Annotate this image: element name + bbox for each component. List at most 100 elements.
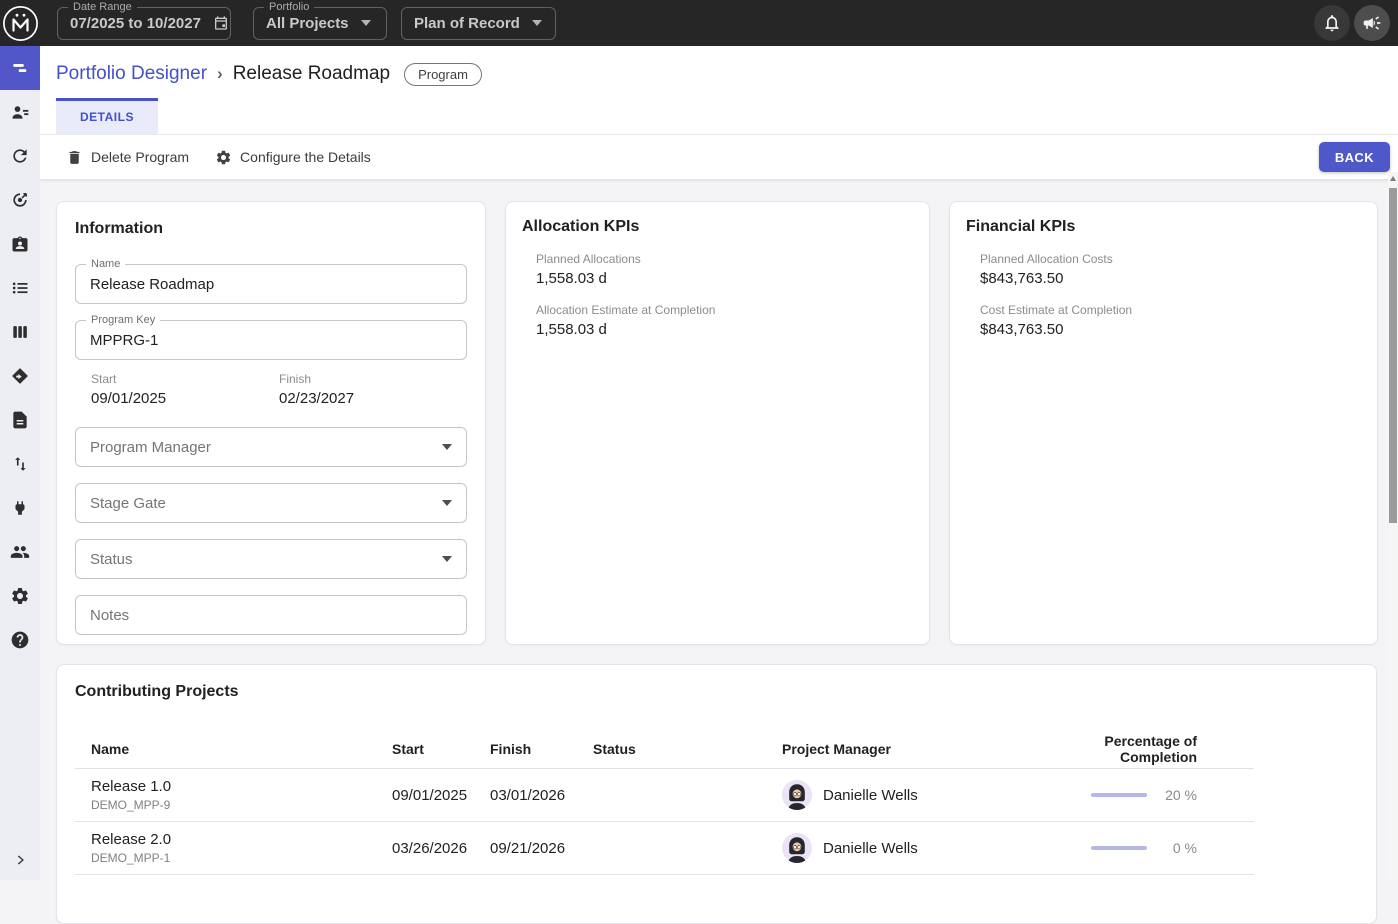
page-title: Release Roadmap	[233, 63, 390, 85]
project-finish: 09/21/2026	[490, 840, 593, 857]
sidebar-item-integrations[interactable]	[0, 486, 40, 530]
document-icon	[10, 410, 30, 430]
date-range-label: Date Range	[68, 1, 137, 13]
allocation-eac-label: Allocation Estimate at Completion	[536, 303, 913, 317]
avatar	[782, 833, 812, 863]
column-header-project-manager: Project Manager	[782, 741, 1033, 757]
back-button[interactable]: BACK	[1319, 142, 1390, 172]
announcements-button[interactable]	[1354, 5, 1390, 41]
vertical-scrollbar[interactable]	[1388, 172, 1398, 880]
delete-program-label: Delete Program	[91, 149, 189, 165]
project-manager-name: Danielle Wells	[823, 787, 918, 804]
allocation-kpis-title: Allocation KPIs	[522, 218, 913, 236]
bullet-list-icon	[10, 278, 30, 298]
sync-circle-icon	[10, 146, 30, 166]
contributing-projects-table: Name Start Finish Status Project Manager…	[75, 729, 1254, 875]
portfolio-label: Portfolio	[264, 1, 314, 13]
program-key-field-label: Program Key	[86, 314, 160, 326]
start-date-value: 09/01/2025	[91, 390, 279, 407]
notifications-bell-icon	[1322, 13, 1342, 33]
calendar-icon	[213, 15, 229, 31]
chevron-down-icon	[442, 444, 452, 450]
meisterplan-logo-icon	[2, 5, 39, 42]
program-manager-select[interactable]: Program Manager	[75, 427, 467, 467]
table-row[interactable]: Release 1.0 DEMO_MPP-9 09/01/2025 03/01/…	[75, 769, 1254, 822]
planned-allocations-value: 1,558.03 d	[536, 270, 913, 287]
gear-icon	[215, 149, 232, 166]
sidebar-expand-button[interactable]	[0, 840, 40, 880]
arrows-up-down-icon	[11, 455, 29, 473]
scroll-up-arrow-icon[interactable]	[1390, 176, 1396, 181]
column-header-completion: Percentage of Completion	[1033, 733, 1254, 765]
contributing-projects-card: Contributing Projects Name Start Finish …	[56, 664, 1377, 924]
sidebar-item-portfolio-designer[interactable]	[0, 46, 40, 90]
tab-bar: DETAILS	[40, 98, 1398, 135]
status-select[interactable]: Status	[75, 539, 467, 579]
scrollbar-thumb[interactable]	[1389, 188, 1397, 523]
sidebar-item-goals[interactable]	[0, 178, 40, 222]
trash-icon	[66, 149, 83, 166]
chevron-down-icon	[442, 500, 452, 506]
project-key: DEMO_MPP-9	[91, 798, 392, 812]
configure-details-button[interactable]: Configure the Details	[215, 149, 371, 166]
sidebar-item-resources[interactable]	[0, 90, 40, 134]
action-toolbar: Delete Program Configure the Details BAC…	[40, 135, 1398, 179]
sidebar-item-help[interactable]	[0, 618, 40, 662]
notes-field[interactable]: Notes	[75, 595, 467, 635]
plan-of-record-select[interactable]: Plan of Record	[401, 7, 556, 40]
stage-gate-select[interactable]: Stage Gate	[75, 483, 467, 523]
sidebar-item-users[interactable]	[0, 530, 40, 574]
program-key-field-value: MPPRG-1	[90, 332, 158, 349]
project-key: DEMO_MPP-1	[91, 851, 392, 865]
sidebar-item-board[interactable]	[0, 310, 40, 354]
columns-icon	[10, 322, 30, 342]
table-row[interactable]: Release 2.0 DEMO_MPP-1 03/26/2026 09/21/…	[75, 822, 1254, 875]
page-header: Portfolio Designer › Release Roadmap Pro…	[40, 46, 1398, 135]
name-field[interactable]: Name Release Roadmap	[75, 264, 467, 304]
sidebar-item-import-export[interactable]	[0, 442, 40, 486]
app-logo[interactable]	[0, 5, 40, 42]
help-icon	[10, 630, 30, 650]
project-start: 03/26/2026	[392, 840, 490, 857]
plug-icon	[11, 499, 29, 517]
notes-placeholder: Notes	[90, 607, 129, 624]
planned-allocations-metric: Planned Allocations 1,558.03 d	[536, 252, 913, 287]
sidebar-item-scenarios[interactable]	[0, 134, 40, 178]
gantt-bars-icon	[10, 58, 30, 78]
contributing-projects-title: Contributing Projects	[75, 683, 1358, 701]
planned-allocations-label: Planned Allocations	[536, 252, 913, 266]
sidebar-item-project-list[interactable]	[0, 266, 40, 310]
chevron-right-icon	[13, 853, 27, 867]
financial-kpis-title: Financial KPIs	[966, 218, 1361, 236]
sidebar-item-roadmap[interactable]	[0, 354, 40, 398]
portfolio-select[interactable]: Portfolio All Projects	[253, 7, 387, 40]
program-key-field[interactable]: Program Key MPPRG-1	[75, 320, 467, 360]
diamond-arrow-icon	[10, 366, 30, 386]
portfolio-value: All Projects	[266, 15, 349, 32]
content-area: Information Name Release Roadmap Program…	[40, 179, 1398, 924]
financial-kpis-card: Financial KPIs Planned Allocation Costs …	[949, 201, 1378, 645]
completion-progress-bar	[1091, 846, 1147, 850]
breadcrumb-separator: ›	[207, 64, 233, 84]
tab-details[interactable]: DETAILS	[56, 98, 158, 134]
configure-details-label: Configure the Details	[240, 149, 371, 165]
project-name[interactable]: Release 1.0	[91, 778, 392, 795]
program-manager-placeholder: Program Manager	[90, 439, 211, 456]
name-field-value: Release Roadmap	[90, 276, 214, 293]
sidebar-item-settings[interactable]	[0, 574, 40, 618]
column-header-status: Status	[593, 741, 782, 757]
project-name[interactable]: Release 2.0	[91, 831, 392, 848]
sidebar-item-reports[interactable]	[0, 398, 40, 442]
cost-eac-label: Cost Estimate at Completion	[980, 303, 1361, 317]
column-header-finish: Finish	[490, 741, 593, 757]
delete-program-button[interactable]: Delete Program	[66, 149, 189, 166]
date-range-picker[interactable]: Date Range 07/2025 to 10/2027	[57, 7, 231, 40]
column-header-name: Name	[75, 741, 392, 757]
allocation-eac-metric: Allocation Estimate at Completion 1,558.…	[536, 303, 913, 338]
sidebar-item-project-intake[interactable]	[0, 222, 40, 266]
start-date-label: Start	[91, 372, 279, 386]
cost-eac-value: $843,763.50	[980, 321, 1361, 338]
breadcrumb-portfolio-designer-link[interactable]: Portfolio Designer	[56, 63, 207, 85]
left-sidebar	[0, 46, 40, 880]
notifications-button[interactable]	[1314, 5, 1350, 41]
